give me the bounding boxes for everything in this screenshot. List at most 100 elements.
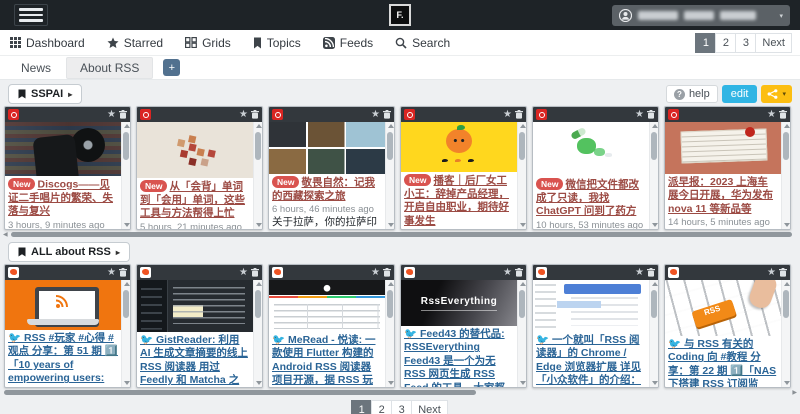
channel-favicon [404,267,415,278]
card-header: ★ [665,265,790,280]
star-icon[interactable]: ★ [767,268,776,278]
trash-icon[interactable] [119,110,127,119]
horizontal-scrollbar[interactable]: ◀ [2,232,798,239]
new-badge: New [140,180,167,192]
card-scrollbar[interactable] [649,280,658,387]
article-thumbnail [401,122,517,172]
nav-search[interactable]: Search [395,36,450,50]
star-icon[interactable]: ★ [503,110,512,120]
trash-icon[interactable] [515,110,523,119]
help-button[interactable]: ? help [666,85,718,103]
edit-button[interactable]: edit [722,85,758,103]
article-title-link[interactable]: 🐦 Feed43 的替代品: RSSEverything Feed43 是一个为… [404,328,509,388]
card-scrollbar[interactable] [121,280,130,387]
feed-card[interactable]: ★ New微信把文件都改成了只读，我找 ChatGPT 问到了药方 10 hou… [532,106,659,230]
app-logo[interactable]: F. [389,4,411,26]
card-header: ★ [533,107,658,122]
section-button-sspai[interactable]: SSPAI ▸ [8,84,82,104]
feed-card[interactable]: ★ NewDiscogs——见证二手唱片的繁荣、失落与复兴 3 hours, 9… [4,106,131,230]
star-icon[interactable]: ★ [107,110,116,120]
star-icon[interactable]: ★ [371,268,380,278]
feed-card[interactable]: ★ 🐦 MeRead - 悦读: 一款使用 Flutter 构建的 Androi… [268,264,395,388]
section-button-all-about-rss[interactable]: ALL about RSS ▸ [8,242,130,262]
trash-icon[interactable] [515,268,523,277]
article-title-link[interactable]: 🐦 RSS #玩家 #心得 #观点 分享：第 51 期 1️⃣「10 years… [8,332,118,388]
nav-feeds[interactable]: Feeds [323,36,373,50]
page-button-1[interactable]: 1 [351,400,372,414]
trash-icon[interactable] [251,268,259,277]
nav-topics[interactable]: Topics [253,36,301,50]
bookmark-icon [18,89,26,99]
trash-icon[interactable] [647,268,655,277]
feed-card[interactable]: ★ RSS 🐦 与 RSS 有关的 Coding 向 #教程 分享：第 22 期… [664,264,791,388]
feed-card[interactable]: ★ 🐦 RSS #玩家 #心得 #观点 分享：第 51 期 1️⃣「10 yea… [4,264,131,388]
tab-about-rss[interactable]: About RSS [66,57,153,79]
scroll-left-icon[interactable]: ◀ [3,231,8,238]
feed-card[interactable]: ★ 🐦 GistReader: 利用 AI 生成文章摘要的线上 RSS 阅读器 … [136,264,263,388]
article-title-link[interactable]: 派早报：2023 上海车展今日开展，华为发布 nova 11 等新品等 [668,176,773,215]
chevron-down-icon: ▾ [782,90,786,98]
nav-starred[interactable]: Starred [107,36,163,50]
channel-favicon [668,267,679,278]
next-page-button[interactable]: Next [411,400,448,414]
trash-icon[interactable] [383,268,391,277]
feed-card[interactable]: ★ New敬畏自然：记我的西藏探索之旅 6 hours, 46 minutes … [268,106,395,230]
card-scrollbar[interactable] [649,122,658,229]
rss-icon [55,295,71,309]
page-button-2[interactable]: 2 [371,400,392,414]
nav-label: Starred [124,36,163,50]
star-icon[interactable]: ★ [635,110,644,120]
card-scrollbar[interactable] [781,280,790,387]
card-scrollbar[interactable] [121,122,130,229]
add-tab-button[interactable]: + [163,59,180,76]
article-title-link[interactable]: 🐦 与 RSS 有关的 Coding 向 #教程 分享：第 22 期 1️⃣「N… [668,338,776,388]
trash-icon[interactable] [119,268,127,277]
star-icon[interactable]: ★ [239,110,248,120]
trash-icon[interactable] [383,110,391,119]
hamburger-menu-icon[interactable] [14,4,48,26]
star-icon[interactable]: ★ [503,268,512,278]
feed-card[interactable]: ★ RssEverything 🐦 Feed43 的替代品: RSSEveryt… [400,264,527,388]
horizontal-scrollbar[interactable]: ▶ [2,390,798,397]
card-scrollbar[interactable] [385,122,394,229]
article-thumbnail [665,122,781,174]
next-page-button[interactable]: Next [755,33,792,53]
star-icon[interactable]: ★ [107,268,116,278]
feed-card[interactable]: ★ 🐦 一个就叫「RSS 阅读器」的 Chrome / Edge 浏览器扩展 详… [532,264,659,388]
tab-news[interactable]: News [8,58,64,78]
star-icon[interactable]: ★ [239,268,248,278]
page-button-2[interactable]: 2 [715,33,736,53]
card-scrollbar[interactable] [253,280,262,387]
nav-grids[interactable]: Grids [185,36,231,50]
article-thumbnail: RSS [665,280,781,336]
nav-dashboard[interactable]: Dashboard [10,36,85,50]
article-title-link[interactable]: 🐦 GistReader: 利用 AI 生成文章摘要的线上 RSS 阅读器 用过… [140,334,248,388]
share-button[interactable]: ▾ [761,85,792,103]
card-scrollbar[interactable] [781,122,790,229]
card-scrollbar[interactable] [517,122,526,229]
star-icon[interactable]: ★ [371,110,380,120]
star-icon[interactable]: ★ [635,268,644,278]
page-button-1[interactable]: 1 [695,33,716,53]
trash-icon[interactable] [251,110,259,119]
feed-card[interactable]: ★ New播客｜后厂女工小王：辞掉产品经理，开启自由职业，期待好事发生 8 ho… [400,106,527,230]
feed-card[interactable]: ★ New从「会背」单词到「会用」单词，这些工具与方法帮得上忙 5 hours,… [136,106,263,230]
page-button-3[interactable]: 3 [735,33,756,53]
article-time: 14 hours, 5 minutes ago [665,216,781,228]
card-scrollbar[interactable] [253,122,262,229]
article-title-link[interactable]: 🐦 MeRead - 悦读: 一款使用 Flutter 构建的 Android … [272,334,376,388]
new-badge: New [272,176,299,188]
feed-card[interactable]: ★ 派早报：2023 上海车展今日开展，华为发布 nova 11 等新品等 14… [664,106,791,230]
card-scrollbar[interactable] [385,280,394,387]
main-nav: Dashboard Starred Grids Topics Feeds [0,30,800,56]
page-button-3[interactable]: 3 [391,400,412,414]
trash-icon[interactable] [779,268,787,277]
user-account-menu[interactable]: ▾ [612,5,790,26]
article-title-link[interactable]: 🐦 一个就叫「RSS 阅读器」的 Chrome / Edge 浏览器扩展 详见「… [536,334,659,388]
trash-icon[interactable] [647,110,655,119]
card-scrollbar[interactable] [517,280,526,387]
trash-icon[interactable] [779,110,787,119]
scroll-right-icon[interactable]: ▶ [792,389,797,396]
star-icon[interactable]: ★ [767,110,776,120]
card-body: RssEverything 🐦 Feed43 的替代品: RSSEverythi… [401,280,517,388]
